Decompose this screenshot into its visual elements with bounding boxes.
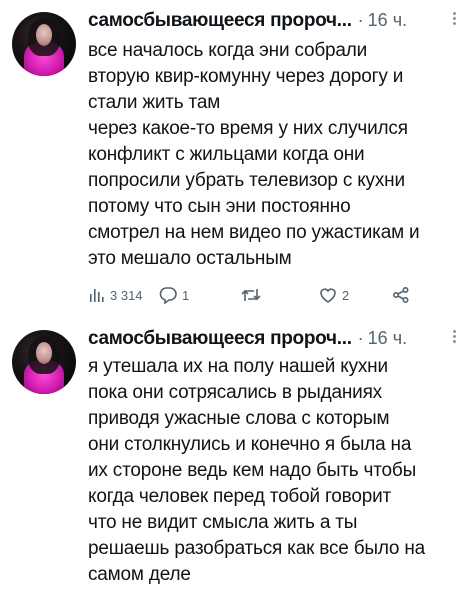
action-bar: 3 314 1 2	[88, 284, 458, 306]
text-line: их стороне ведь кем надо быть чтобы	[88, 460, 417, 481]
reply-icon	[159, 287, 177, 304]
text-line: решаешь разобраться как все было на	[88, 538, 426, 559]
like-button[interactable]: 2	[318, 284, 349, 306]
post-header: самосбывающееся пророч... · 16 ч.	[88, 10, 458, 34]
text-line: все началось когда эни собрали	[88, 40, 368, 61]
author-name[interactable]: самосбывающееся пророч...	[88, 328, 352, 349]
timestamp[interactable]: 16 ч.	[368, 10, 407, 30]
views-icon	[90, 289, 104, 302]
more-icon[interactable]	[451, 10, 457, 30]
post-text: все началось когда эни собрали вторую кв…	[88, 38, 460, 272]
avatar[interactable]	[12, 12, 76, 76]
like-icon	[320, 288, 336, 303]
post-2: самосбывающееся пророч... · 16 ч. я утешал…	[0, 318, 469, 600]
text-line: что не видит смысла жить а ты	[88, 512, 358, 533]
post-header: самосбывающееся пророч... · 16 ч.	[88, 328, 458, 352]
text-line: попросили убрать телевизор с кухни	[88, 170, 405, 191]
reply-button[interactable]: 1	[158, 284, 189, 306]
like-count: 2	[342, 287, 350, 303]
avatar[interactable]	[12, 330, 76, 394]
separator: ·	[357, 328, 364, 348]
text-line: самом деле	[88, 564, 191, 585]
share-icon	[392, 286, 409, 304]
timestamp[interactable]: 16 ч.	[368, 328, 407, 348]
text-line: пока они сотрясались в рыданиях	[88, 382, 382, 403]
post-1: самосбывающееся пророч... · 16 ч. все нача…	[0, 0, 469, 318]
views-count: 3 314	[110, 287, 143, 303]
post-text: я утешала их на полу нашей кухни пока он…	[88, 354, 460, 588]
text-line: стали жить там	[88, 92, 221, 113]
text-line: они столкнулись и конечно я была на	[88, 434, 412, 455]
text-line: когда человек перед тобой говорит	[88, 486, 391, 507]
text-line: это мешало остальным	[88, 248, 292, 269]
views-button[interactable]: 3 314	[88, 284, 143, 306]
repost-button[interactable]	[240, 284, 262, 306]
share-button[interactable]	[392, 284, 410, 306]
text-line: конфликт с жильцами когда они	[88, 144, 365, 165]
reply-count: 1	[182, 287, 190, 303]
text-line: я утешала их на полу нашей кухни	[88, 356, 388, 377]
separator: ·	[357, 10, 364, 30]
text-line: приводя ужасные слова с которым	[88, 408, 390, 429]
text-line: через какое-то время у них случился	[88, 118, 408, 139]
more-icon[interactable]	[451, 328, 457, 348]
author-name[interactable]: самосбывающееся пророч...	[88, 10, 352, 31]
text-line: потому что сын эни постоянно	[88, 196, 351, 217]
text-line: вторую квир-комунну через дорогу и	[88, 66, 404, 87]
text-line: смотрел на нем видео по ужастикам и	[88, 222, 420, 243]
repost-icon	[241, 289, 261, 301]
